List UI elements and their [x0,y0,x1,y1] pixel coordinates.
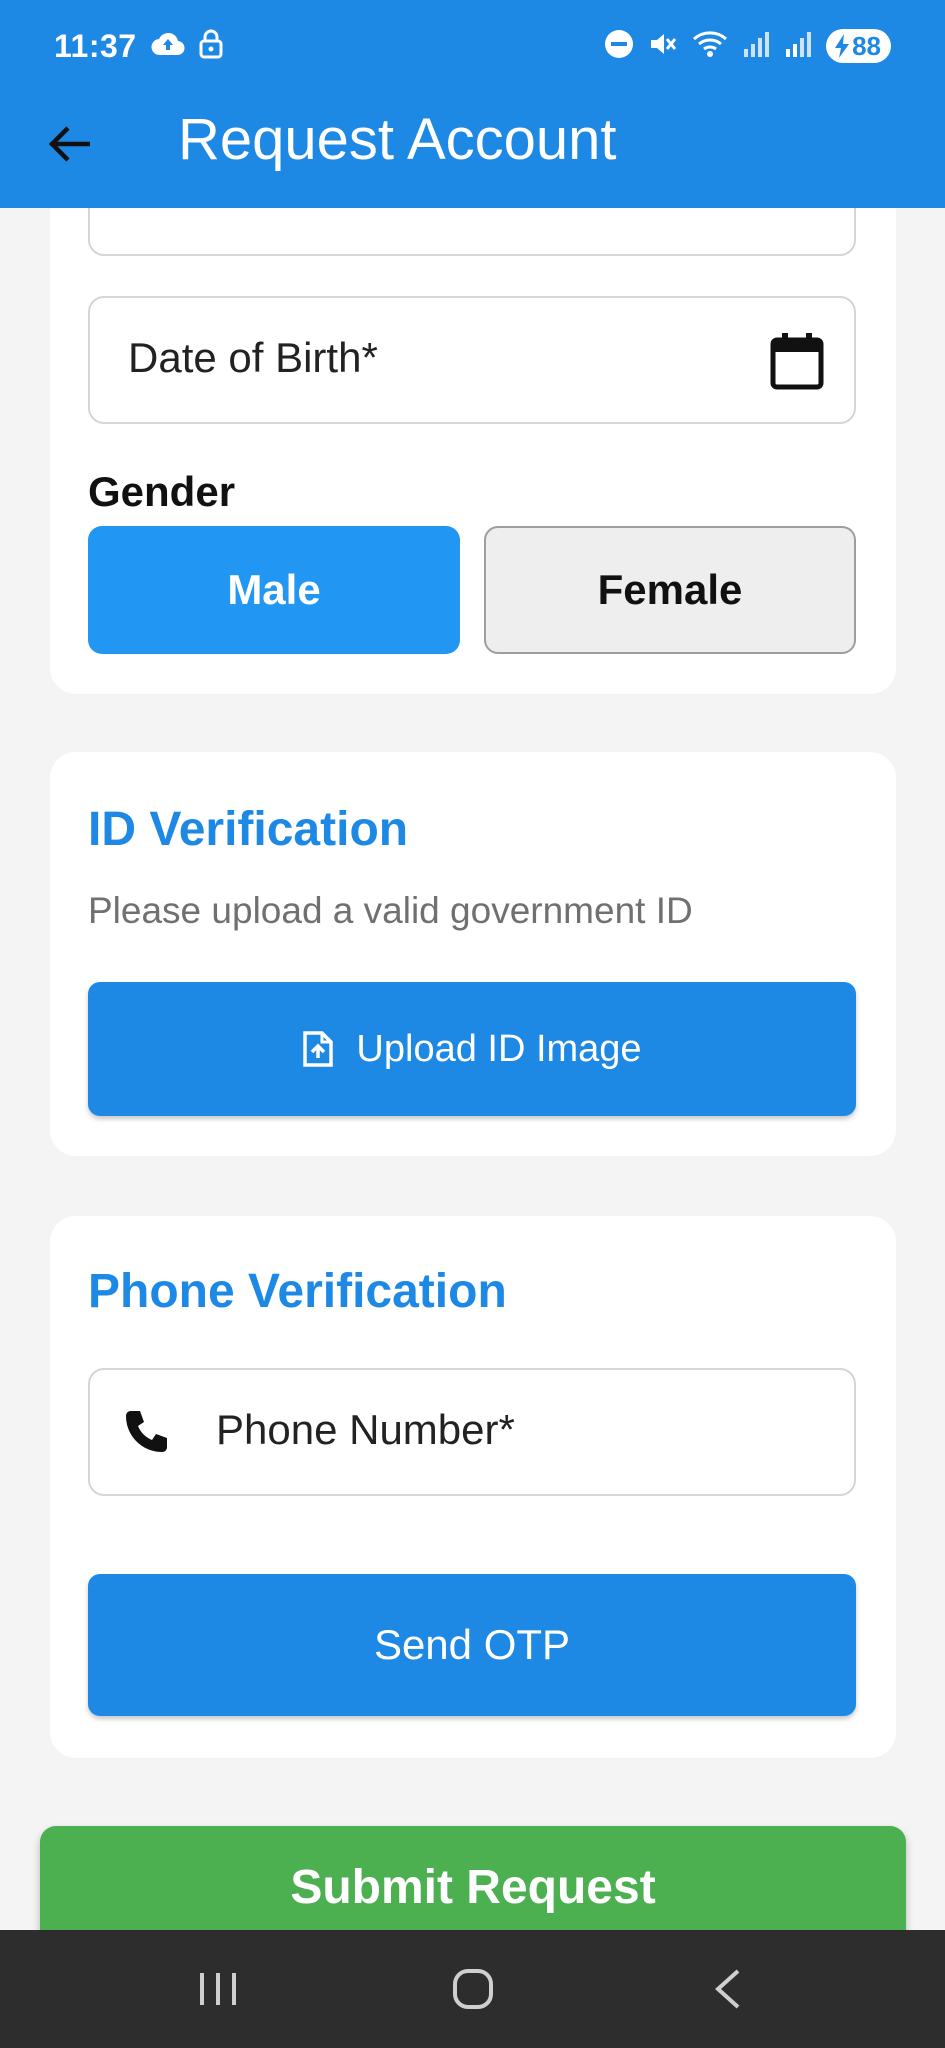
send-otp-button[interactable]: Send OTP [88,1574,856,1716]
id-verification-subtitle: Please upload a valid government ID [88,890,693,931]
home-button[interactable] [423,1949,523,2029]
gender-male-button[interactable]: Male [88,526,460,654]
phone-verification-title: Phone Verification [88,1265,507,1318]
back-button[interactable] [38,112,102,176]
lock-icon [199,29,223,64]
mute-icon [648,29,678,64]
recent-apps-button[interactable] [168,1949,268,2029]
wifi-icon [692,29,728,64]
dob-label: Date of Birth* [128,334,378,381]
toolbar: Request Account [0,92,945,208]
battery-level: 88 [852,30,881,61]
signal-icon [784,29,812,64]
cloud-upload-icon [151,31,185,62]
battery-indicator: 88 [826,29,891,63]
status-bar: 11:37 88 [0,0,945,92]
home-icon [452,1969,493,2009]
calendar-icon[interactable] [770,332,824,395]
battery-charging-icon [835,34,850,58]
arrow-back-icon [48,126,90,162]
upload-id-label: Upload ID Image [356,1027,642,1070]
system-nav-bar [0,1930,945,2048]
date-of-birth-field[interactable]: Date of Birth* [88,296,856,424]
status-time: 11:37 [54,27,137,64]
file-upload-icon [303,1031,334,1067]
do-not-disturb-icon [604,29,634,64]
phone-icon [122,1408,170,1461]
back-icon [714,1969,739,2009]
id-verification-title: ID Verification [88,803,409,856]
upload-id-button[interactable]: Upload ID Image [88,982,856,1116]
gender-female-button[interactable]: Female [484,526,856,654]
phone-number-field[interactable]: Phone Number* [88,1368,856,1496]
recent-apps-icon [199,1973,236,2005]
page-title: Request Account [178,107,617,172]
back-nav-button[interactable] [678,1949,778,2029]
app-bar: 11:37 88 Request Account [0,0,945,208]
phone-number-label: Phone Number* [216,1406,515,1453]
gender-title: Gender [88,468,236,515]
signal-icon [742,29,770,64]
